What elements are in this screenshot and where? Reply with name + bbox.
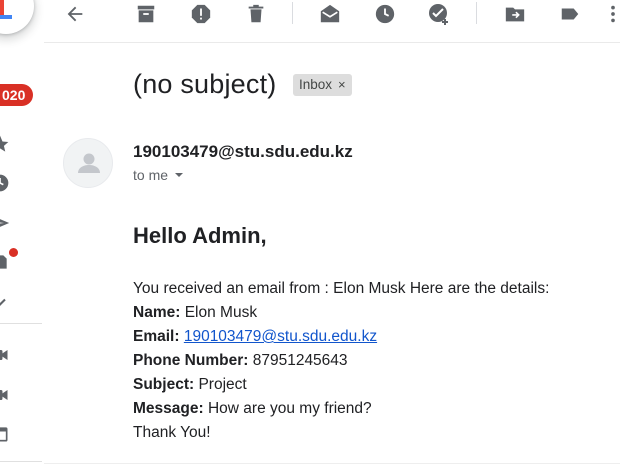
- inbox-unread-badge: 020: [0, 84, 34, 106]
- compose-plus-icon: [0, 0, 12, 19]
- move-to-icon: [505, 7, 525, 22]
- field-subject: Subject: Project: [133, 373, 549, 397]
- delete-icon: [248, 4, 264, 23]
- clock-icon[interactable]: [0, 173, 10, 193]
- keyboard-icon[interactable]: [0, 385, 10, 405]
- mark-unread-button[interactable]: [318, 2, 342, 26]
- remove-label-icon[interactable]: ×: [338, 74, 346, 96]
- snooze-button[interactable]: [373, 2, 397, 26]
- back-button[interactable]: [63, 2, 87, 26]
- field-subject-value: Project: [198, 376, 247, 393]
- field-phone: Phone Number: 87951245643: [133, 349, 549, 373]
- draft-icon[interactable]: [0, 252, 10, 272]
- person-icon: [78, 153, 100, 173]
- archive-button[interactable]: [134, 2, 158, 26]
- meet-video-icon[interactable]: [0, 345, 10, 365]
- compose-button[interactable]: [0, 0, 34, 34]
- sender-address[interactable]: 190103479@stu.sdu.edu.kz: [133, 142, 353, 162]
- rail-divider: [0, 323, 42, 324]
- star-icon[interactable]: [0, 134, 10, 154]
- report-spam-icon: [191, 4, 211, 24]
- snooze-icon: [375, 4, 395, 24]
- field-name-label: Name:: [133, 304, 181, 321]
- back-icon: [67, 6, 83, 22]
- add-to-tasks-button[interactable]: [427, 2, 451, 26]
- content-bottom-divider: [44, 463, 620, 464]
- send-icon[interactable]: [0, 213, 10, 233]
- field-email: Email: 190103479@stu.sdu.edu.kz: [133, 325, 549, 349]
- caret-down-icon: [175, 173, 184, 177]
- toolbar-separator: [476, 2, 477, 24]
- inbox-label-chip[interactable]: Inbox ×: [293, 74, 352, 96]
- chevron-down-icon[interactable]: [0, 292, 10, 312]
- draft-indicator-dot: [9, 248, 18, 257]
- email-signoff: Thank You!: [133, 424, 211, 441]
- more-icon: [611, 5, 615, 23]
- email-subject: (no subject): [133, 69, 277, 99]
- toolbar-divider: [44, 42, 620, 43]
- email-greeting: Hello Admin,: [133, 223, 267, 248]
- field-name-value: Elon Musk: [184, 304, 258, 321]
- email-intro: You received an email from : Elon Musk H…: [133, 280, 550, 297]
- recipient-label: to me: [133, 167, 169, 183]
- rail-divider-bottom: [0, 461, 42, 462]
- field-phone-label: Phone Number:: [133, 352, 249, 369]
- inbox-label-text: Inbox: [299, 77, 333, 92]
- field-email-link[interactable]: 190103479@stu.sdu.edu.kz: [184, 328, 377, 345]
- mark-unread-icon: [320, 4, 340, 23]
- toolbar-separator: [292, 2, 293, 24]
- move-to-button[interactable]: [503, 2, 527, 26]
- delete-button[interactable]: [244, 2, 268, 26]
- field-subject-label: Subject:: [133, 376, 195, 393]
- field-message-value: How are you my friend?: [207, 400, 372, 417]
- report-spam-button[interactable]: [189, 2, 213, 26]
- recipient-details-toggle[interactable]: to me: [133, 167, 186, 183]
- add-to-tasks-icon: [429, 4, 448, 25]
- calendar-icon[interactable]: [0, 424, 10, 444]
- label-icon: [561, 8, 579, 20]
- field-phone-value: 87951245643: [252, 352, 348, 369]
- archive-icon: [137, 5, 155, 23]
- avatar[interactable]: [63, 138, 113, 188]
- label-button[interactable]: [558, 2, 582, 26]
- email-body: You received an email from : Elon Musk H…: [133, 277, 549, 445]
- field-email-label: Email:: [133, 328, 180, 345]
- field-message: Message: How are you my friend?: [133, 397, 549, 421]
- field-name: Name: Elon Musk: [133, 301, 549, 325]
- more-button[interactable]: [606, 2, 620, 26]
- field-message-label: Message:: [133, 400, 204, 417]
